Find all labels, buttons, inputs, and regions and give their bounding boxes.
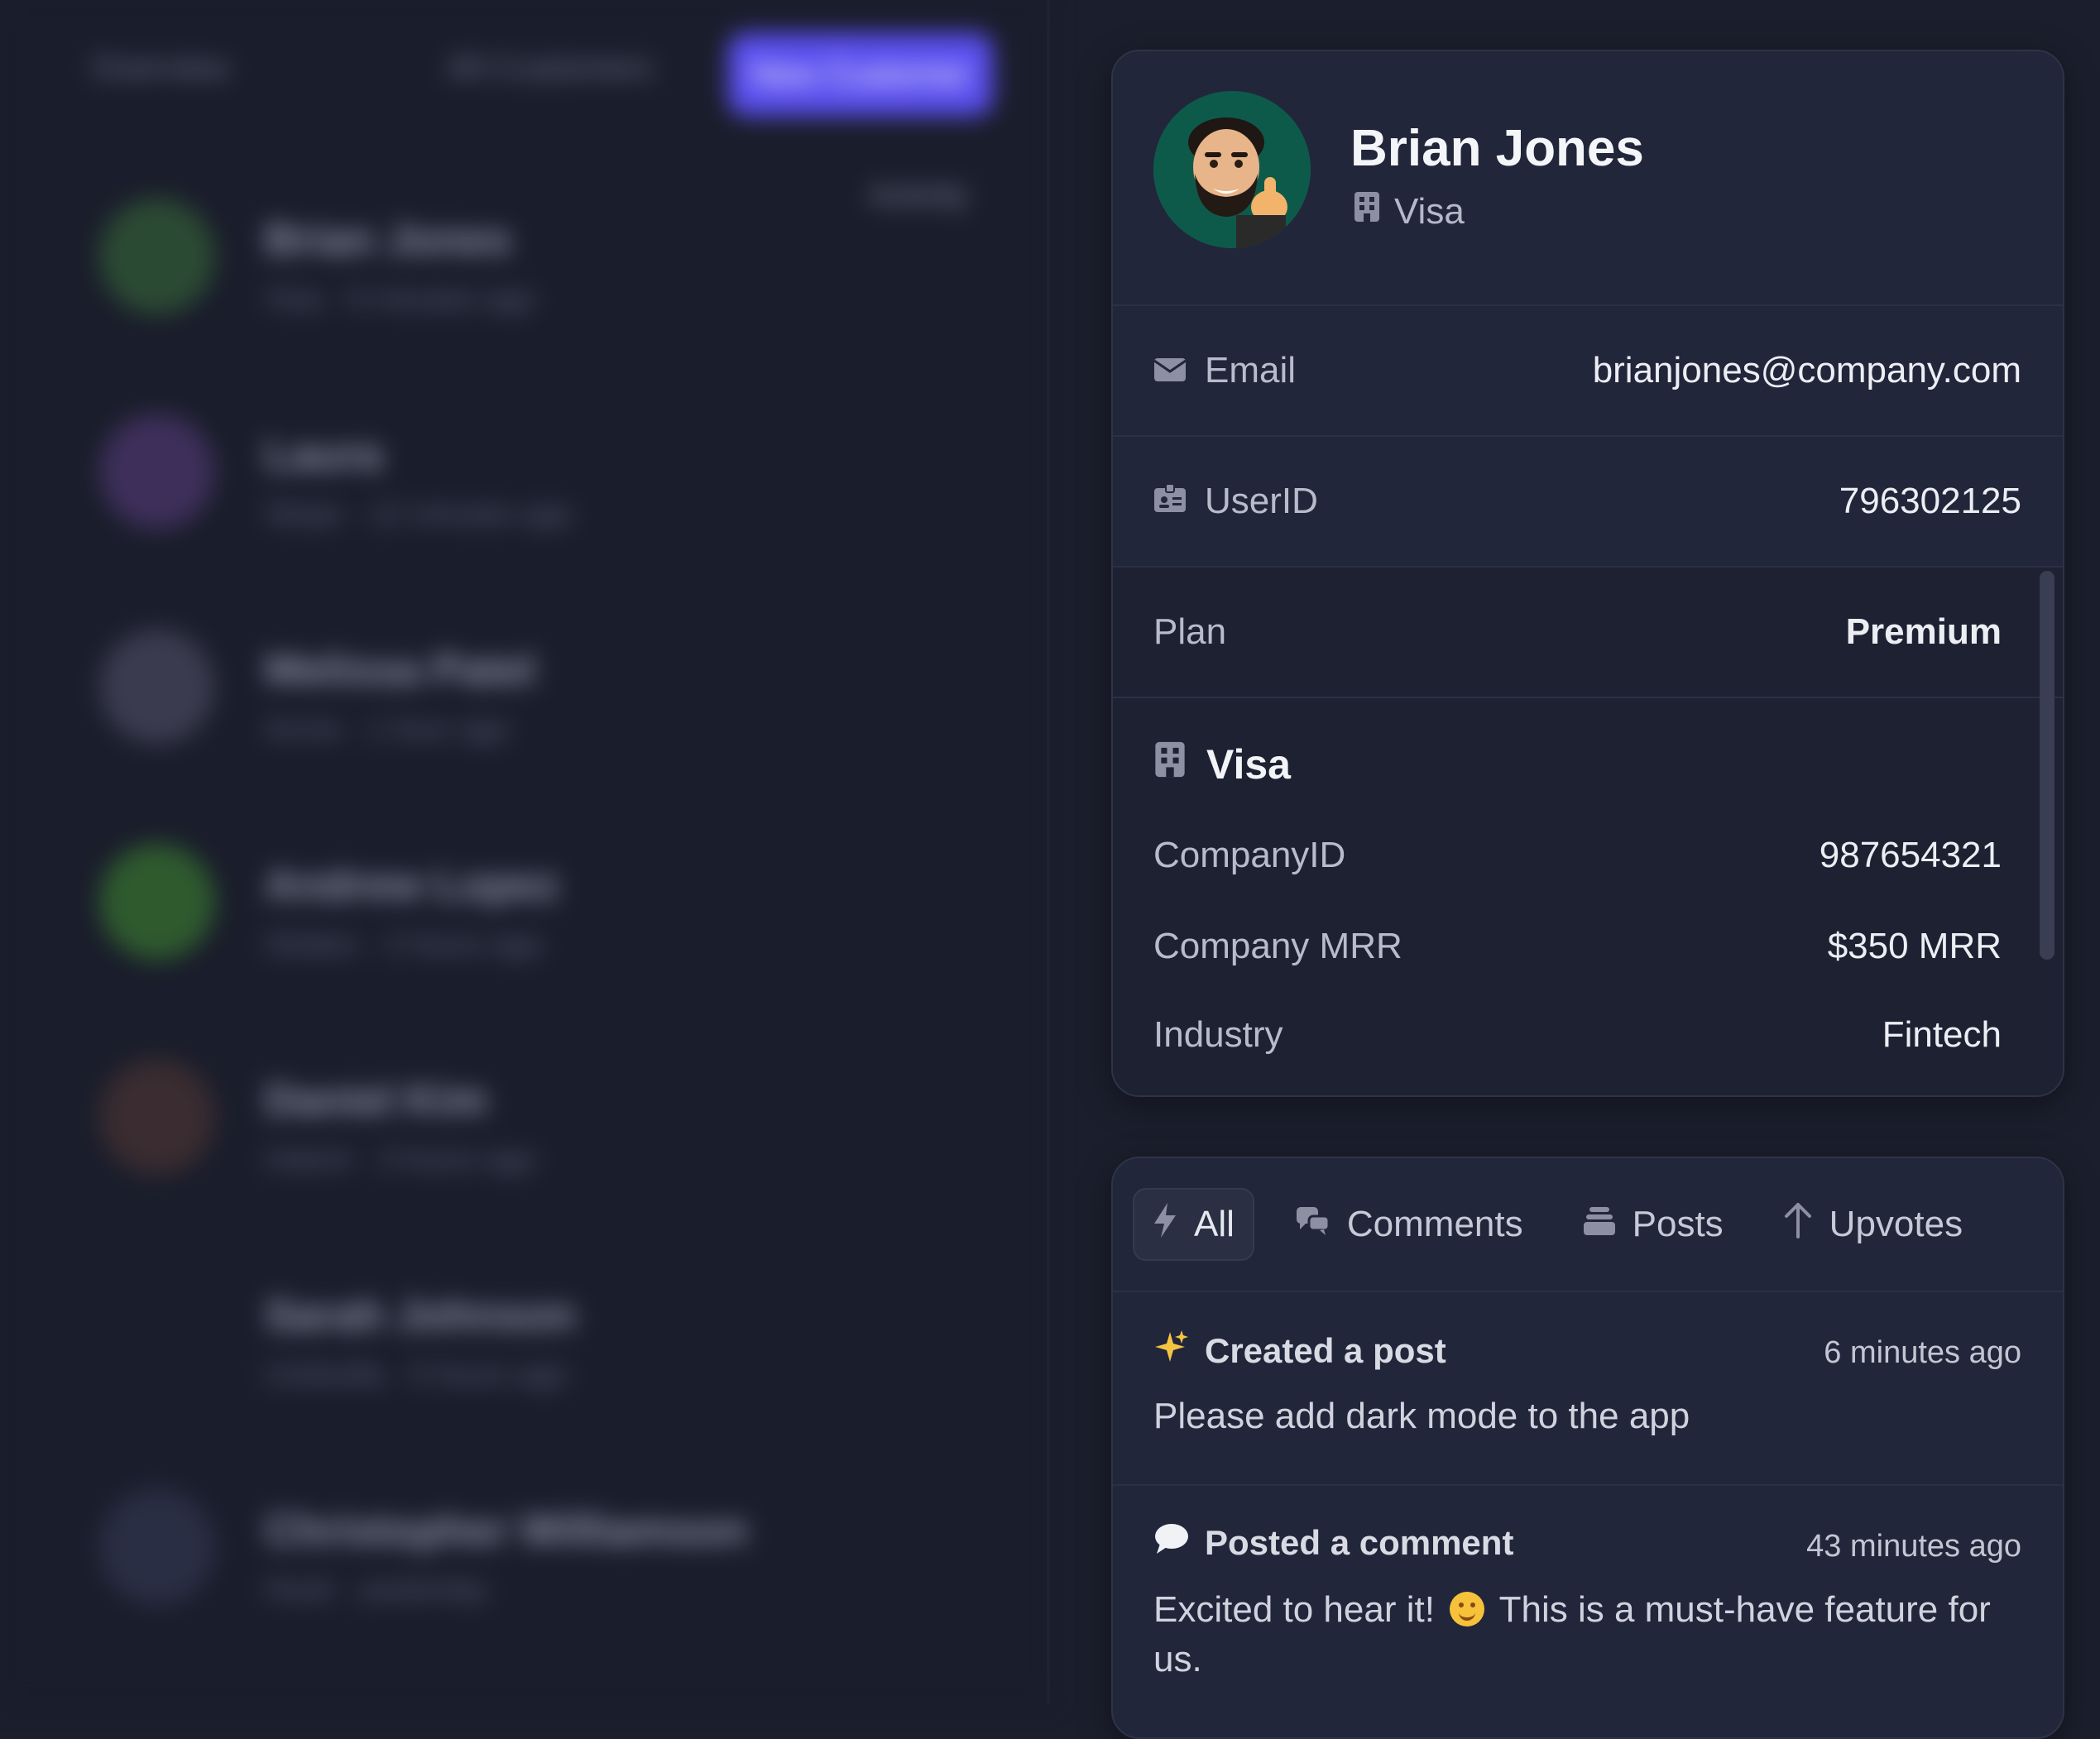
id-badge-icon [1153, 481, 1187, 522]
panel-divider [1047, 0, 1050, 1705]
envelope-icon [1153, 350, 1187, 391]
nav-link-all-customers: All Customers [447, 50, 653, 86]
customer-company: Visa [1353, 190, 1465, 232]
industry-value: Fintech [1882, 1014, 2002, 1055]
speech-bubble-icon [1153, 1522, 1190, 1564]
building-icon [1353, 190, 1381, 232]
company-title-text: Visa [1206, 741, 1291, 788]
userid-row: UserID 796302125 [1113, 437, 2063, 568]
customer-name: Brian Jones [1350, 120, 1644, 177]
activity-item[interactable]: Created a post 6 minutes ago Please add … [1113, 1292, 2063, 1486]
company-mrr-value: $350 MRR [1827, 926, 2002, 966]
new-customer-button: New Customer [728, 33, 993, 116]
profile-header: Brian Jones Visa [1113, 51, 2063, 306]
list-item-meta: Initech · 3 hours ago [265, 1142, 537, 1176]
activity-tabs: All Comments Posts Upvotes [1113, 1158, 2063, 1292]
customer-list-background: Overview All Customers New Customer Acti… [0, 0, 1051, 1705]
avatar [99, 1274, 215, 1390]
list-item-meta: Globex · 2 hours ago [265, 927, 544, 961]
avatar [99, 1059, 215, 1175]
list-item-meta: Umbrella · 5 hours ago [265, 1357, 568, 1391]
activity-body-text: Excited to hear it! [1153, 1589, 1446, 1630]
list-item-name: Melissa Patel [265, 646, 535, 694]
list-item: Christopher Williamson Hooli · yesterday [91, 1489, 1001, 1655]
list-item: Melissa Patel Acme · 1 hour ago [91, 629, 1001, 794]
stack-icon [1583, 1204, 1616, 1245]
list-item-name: Daniel Kim [265, 1076, 487, 1124]
plan-value: Premium [1845, 611, 2002, 652]
activity-body: Please add dark mode to the app [1153, 1396, 1690, 1436]
activity-card: All Comments Posts Upvotes Created a pos… [1111, 1157, 2064, 1739]
bolt-icon [1153, 1202, 1177, 1248]
company-mrr-label: Company MRR [1153, 926, 1402, 966]
company-mrr-row: Company MRR $350 MRR [1153, 926, 2002, 967]
list-item-meta: Acme · 1 hour ago [265, 711, 511, 745]
chat-bubbles-icon [1296, 1204, 1330, 1245]
list-item-name: Christopher Williamson [265, 1507, 748, 1555]
tab-comments[interactable]: Comments [1278, 1190, 1541, 1259]
company-section: Visa CompanyID 987654321 Company MRR $35… [1113, 698, 2063, 1095]
activity-title: Posted a comment [1205, 1523, 1514, 1562]
list-item-name: Andrew Lopez [265, 861, 559, 909]
activity-body: Excited to hear it! This is a must-have … [1153, 1585, 2021, 1684]
avatar [99, 844, 215, 960]
userid-value[interactable]: 796302125 [1839, 481, 2021, 522]
memoji-avatar-icon [1153, 91, 1311, 248]
tab-posts-label: Posts [1632, 1204, 1724, 1244]
tab-upvotes[interactable]: Upvotes [1765, 1190, 1981, 1259]
email-label: Email [1205, 350, 1297, 390]
industry-row: Industry Fintech [1153, 1014, 2002, 1056]
avatar [99, 199, 215, 314]
building-icon [1153, 740, 1187, 789]
list-item-name: Sarah Johnson [265, 1291, 576, 1339]
company-section-title: Visa [1153, 740, 1291, 789]
list-item-meta: Hooli · yesterday [265, 1572, 489, 1606]
tab-upvotes-label: Upvotes [1829, 1204, 1963, 1244]
tab-all-label: All [1194, 1204, 1235, 1244]
activity-item-header: Created a post [1153, 1329, 1446, 1373]
list-item-meta: Visa · 6 minutes ago [265, 281, 536, 315]
company-name: Visa [1394, 190, 1465, 232]
tab-comments-label: Comments [1346, 1204, 1523, 1244]
activity-time: 43 minutes ago [1806, 1529, 2021, 1564]
activity-title: Created a post [1205, 1331, 1446, 1370]
email-value[interactable]: brianjones@company.com [1593, 350, 2021, 391]
list-item-name: Laura [265, 431, 382, 479]
list-item: Laura Stripe · 12 minutes ago [91, 414, 1001, 579]
list-item-meta: Stripe · 12 minutes ago [265, 496, 573, 530]
customer-profile-card: Brian Jones Visa Email brianjones@compan… [1111, 50, 2064, 1097]
arrow-up-icon [1783, 1202, 1813, 1248]
sparkles-icon [1153, 1329, 1190, 1373]
profile-scrollbar[interactable] [2040, 571, 2054, 960]
industry-label: Industry [1153, 1014, 1283, 1055]
tab-all[interactable]: All [1133, 1188, 1254, 1261]
list-item: Sarah Johnson Umbrella · 5 hours ago [91, 1274, 1001, 1440]
activity-item-header: Posted a comment [1153, 1522, 1513, 1564]
plan-label: Plan [1153, 611, 1227, 652]
avatar [99, 414, 215, 529]
tab-posts[interactable]: Posts [1565, 1190, 1742, 1259]
companyid-row: CompanyID 987654321 [1153, 835, 2002, 876]
email-row: Email brianjones@company.com [1113, 306, 2063, 437]
list-item-name: Brian Jones [265, 216, 511, 264]
smiling-face-emoji-icon [1450, 1592, 1485, 1626]
list-item: Andrew Lopez Globex · 2 hours ago [91, 844, 1001, 1009]
companyid-value[interactable]: 987654321 [1820, 835, 2002, 876]
userid-label: UserID [1205, 481, 1318, 521]
plan-row: Plan Premium [1113, 568, 2063, 698]
avatar [99, 629, 215, 745]
nav-link-overview: Overview [91, 50, 229, 86]
list-item: Brian Jones Visa · 6 minutes ago [91, 199, 1001, 364]
activity-item[interactable]: Posted a comment 43 minutes ago Excited … [1113, 1486, 2063, 1737]
companyid-label: CompanyID [1153, 835, 1346, 875]
avatar [99, 1489, 215, 1605]
list-item: Daniel Kim Initech · 3 hours ago [91, 1059, 1001, 1224]
activity-time: 6 minutes ago [1824, 1335, 2021, 1370]
